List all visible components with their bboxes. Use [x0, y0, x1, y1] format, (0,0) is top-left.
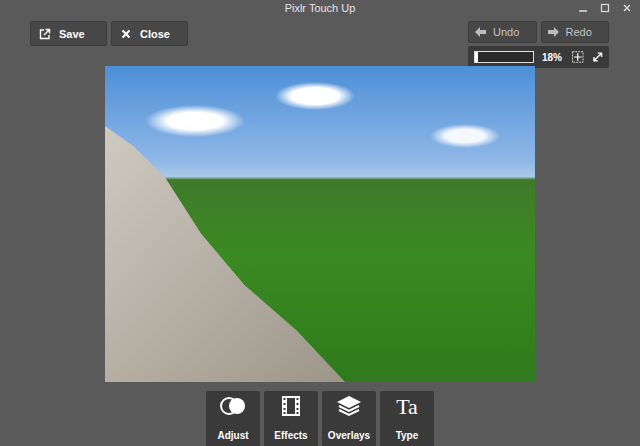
overlays-tool-button[interactable]: Overlays: [322, 391, 376, 446]
button-label: Redo: [566, 26, 592, 38]
photo-rock: [105, 126, 345, 382]
x-icon: [120, 28, 132, 40]
adjust-tool-button[interactable]: Adjust: [206, 391, 260, 446]
button-label: Close: [140, 28, 170, 40]
layers-icon: [336, 395, 362, 417]
film-icon: [281, 395, 301, 417]
window-controls: [578, 3, 632, 13]
photo: [105, 66, 535, 382]
type-icon: Ta: [396, 395, 418, 419]
window-title: Pixlr Touch Up: [285, 2, 356, 14]
redo-button[interactable]: Redo: [541, 21, 610, 43]
editor-window: Pixlr Touch Up Save Close Undo Redo 18% Adjust…: [0, 0, 640, 446]
header: Save Close Undo Redo 18%: [0, 16, 640, 66]
zoom-bar: 18%: [468, 46, 609, 68]
history-buttons: Undo Redo: [468, 21, 609, 43]
title-bar: Pixlr Touch Up: [0, 0, 640, 16]
type-tool-button[interactable]: Ta Type: [380, 391, 434, 446]
button-label: Save: [59, 28, 85, 40]
arrow-left-icon: [475, 27, 486, 37]
canvas-area: [0, 66, 640, 384]
button-label: Undo: [493, 26, 519, 38]
effects-tool-button[interactable]: Effects: [264, 391, 318, 446]
arrow-right-icon: [548, 27, 559, 37]
close-button[interactable]: Close: [111, 21, 188, 46]
minimize-icon[interactable]: [578, 3, 588, 13]
view-controls: Undo Redo 18%: [468, 21, 609, 66]
undo-button[interactable]: Undo: [468, 21, 537, 43]
maximize-icon[interactable]: [600, 3, 610, 13]
export-icon: [39, 28, 51, 40]
circles-icon: [219, 395, 247, 417]
tool-bar: Adjust Effects Overlays Ta Type: [0, 391, 640, 446]
close-window-icon[interactable]: [622, 3, 632, 13]
fit-screen-icon[interactable]: [572, 51, 583, 63]
tool-label: Type: [396, 430, 419, 441]
tool-label: Adjust: [217, 430, 248, 441]
file-actions: Save Close: [30, 21, 188, 66]
zoom-fill: [475, 52, 478, 62]
zoom-slider[interactable]: [474, 51, 534, 63]
zoom-reading: 18%: [542, 52, 562, 63]
save-button[interactable]: Save: [30, 21, 107, 46]
tool-label: Overlays: [328, 430, 370, 441]
expand-icon[interactable]: [592, 51, 603, 63]
tool-label: Effects: [274, 430, 307, 441]
